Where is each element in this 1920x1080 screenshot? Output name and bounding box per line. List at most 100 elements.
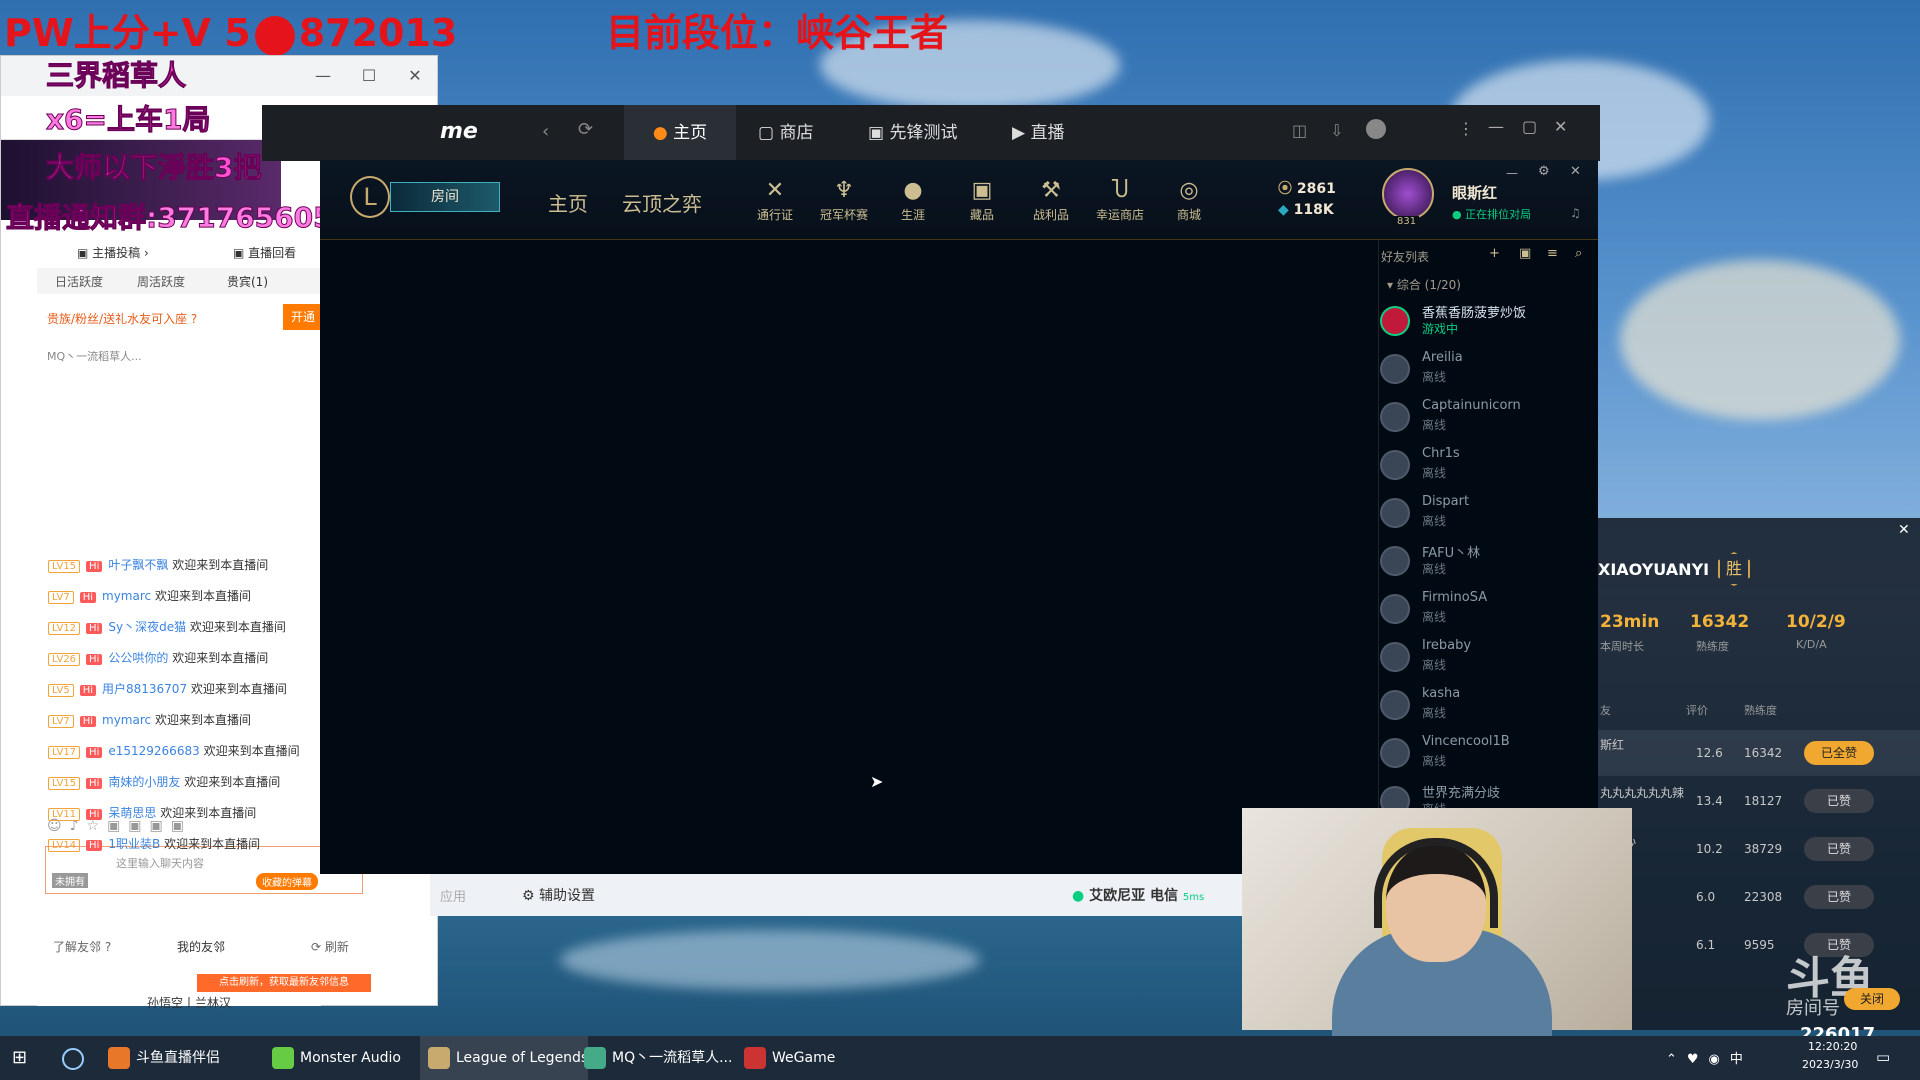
chat-message: 欢迎来到本直播间	[172, 651, 269, 665]
friend-status: 游戏中	[1422, 322, 1459, 336]
lol-nav-profile[interactable]: ● 生涯	[883, 178, 943, 223]
lol-nav-lucky-shop[interactable]: Ⴎ 幸运商店	[1090, 178, 1150, 223]
lol-nav-pass[interactable]: ✕ 通行证	[745, 178, 805, 223]
refresh-button[interactable]: ⟳ 刷新	[311, 938, 349, 955]
clock-time[interactable]: 12:20:20	[1808, 1040, 1857, 1053]
friend-group[interactable]: ▾ 综合 (1/20)	[1387, 276, 1461, 293]
tab-daily[interactable]: 日活跃度	[55, 273, 103, 290]
stat-mastery: 16342	[1690, 612, 1750, 632]
tab-weekly[interactable]: 周活跃度	[137, 273, 185, 290]
chat-username[interactable]: 南妹的小朋友	[108, 775, 180, 789]
nav-home[interactable]: ● 主页	[624, 105, 736, 161]
taskbar-app[interactable]: 斗鱼直播伴侣	[100, 1036, 220, 1080]
tab-vip[interactable]: 贵宾(1)	[227, 273, 268, 290]
level-badge: LV5	[48, 684, 74, 697]
like-button[interactable]: 已全赞	[1804, 741, 1874, 765]
friend-item[interactable]: Irebaby 离线	[1380, 636, 1590, 682]
col-score: 评价	[1686, 704, 1708, 717]
avatar-icon[interactable]	[1366, 119, 1386, 139]
notification-icon[interactable]: ▭	[1876, 1048, 1890, 1066]
bell-icon[interactable]: ♫	[1570, 206, 1581, 220]
friend-item[interactable]: FAFU丶林 离线	[1380, 540, 1590, 586]
minimize-icon[interactable]: —	[313, 66, 333, 85]
apps-label[interactable]: 应用	[440, 886, 466, 905]
lol-nav-home[interactable]: 主页	[548, 188, 588, 217]
friend-status: 离线	[1422, 754, 1447, 768]
summoner-avatar[interactable]	[1382, 168, 1434, 220]
lol-nav-trophy[interactable]: ♆ 冠军杯赛	[814, 178, 874, 223]
stat-mastery-label: 熟练度	[1696, 640, 1729, 653]
chat-username[interactable]: mymarc	[102, 713, 151, 727]
friend-item[interactable]: Dispart 离线	[1380, 492, 1590, 538]
reload-icon[interactable]: ⟳	[578, 119, 593, 140]
folder-icon[interactable]: ▣	[1519, 246, 1531, 261]
stats-close-button[interactable]: 关闭	[1844, 988, 1900, 1010]
close-icon[interactable]: ✕	[405, 66, 425, 85]
loot-icon: ⚒	[1041, 178, 1061, 203]
taskbar-app[interactable]: MQ丶一流稻草人...	[576, 1036, 732, 1080]
add-friend-icon[interactable]: +	[1489, 246, 1500, 261]
search-icon[interactable]: ⌕	[1575, 246, 1582, 261]
bag-icon: ▢	[758, 123, 775, 143]
friend-item[interactable]: FirminoSA 离线	[1380, 588, 1590, 634]
search-icon[interactable]	[62, 1048, 84, 1070]
maximize-icon[interactable]: ☐	[359, 66, 379, 85]
be-icon: ◆	[1278, 202, 1289, 218]
friend-item[interactable]: 香蕉香肠菠萝炒饭 游戏中	[1380, 300, 1590, 346]
test-icon: ▣	[868, 123, 885, 143]
maximize-icon[interactable]: ▢	[1522, 117, 1537, 136]
rp-currency: ⦿ 2861	[1278, 181, 1336, 197]
chat-username[interactable]: mymarc	[102, 589, 151, 603]
level-badge: LV11	[48, 808, 81, 821]
friend-item[interactable]: kasha 离线	[1380, 684, 1590, 730]
assist-settings-button[interactable]: ⚙ 辅助设置	[522, 885, 595, 905]
chat-username[interactable]: Sy丶深夜de猫	[108, 620, 186, 634]
taskbar-app[interactable]: Monster Audio	[264, 1036, 401, 1080]
start-button[interactable]: ⊞	[12, 1048, 32, 1068]
back-icon[interactable]: ‹	[542, 121, 549, 142]
nav-store[interactable]: ▢ 商店	[758, 105, 813, 161]
close-icon[interactable]: ✕	[1554, 117, 1567, 136]
nav-live[interactable]: ▶ 直播	[1012, 105, 1064, 161]
settings-icon[interactable]: ⚙	[1538, 164, 1550, 179]
chat-username[interactable]: e15129266683	[108, 744, 199, 758]
friend-status: 离线	[1422, 610, 1447, 624]
lol-nav-loot[interactable]: ⚒ 战利品	[1021, 178, 1081, 223]
like-button[interactable]: 已赞	[1804, 789, 1874, 813]
nav-pioneer[interactable]: ▣ 先锋测试	[868, 105, 957, 161]
host-upload-button[interactable]: ▣ 主播投稿 ›	[77, 244, 149, 261]
chat-username[interactable]: 叶子飘不飘	[108, 558, 168, 572]
app-label: Monster Audio	[300, 1050, 401, 1066]
chat-username[interactable]: 公公哄你的	[108, 651, 168, 665]
list-icon[interactable]: ≡	[1547, 246, 1558, 261]
my-friends-tab[interactable]: 我的友邻	[177, 938, 225, 955]
minimize-icon[interactable]: —	[1506, 166, 1518, 180]
replay-button[interactable]: ▣ 直播回看	[233, 244, 296, 261]
lol-nav-collection[interactable]: ▣ 藏品	[952, 178, 1012, 223]
barrage-button[interactable]: 收藏的弹幕	[256, 873, 318, 890]
taskbar-app[interactable]: WeGame	[736, 1036, 835, 1080]
like-button[interactable]: 已赞	[1804, 837, 1874, 861]
lol-nav-store[interactable]: ◎ 商城	[1159, 178, 1219, 223]
friend-item[interactable]: Vincencool1B 离线	[1380, 732, 1590, 778]
close-icon[interactable]: ✕	[1570, 164, 1581, 179]
friend-item[interactable]: Areilia 离线	[1380, 348, 1590, 394]
app-icon	[272, 1047, 294, 1069]
like-button[interactable]: 已赞	[1804, 885, 1874, 909]
room-button[interactable]: 房间	[390, 182, 500, 212]
chat-username[interactable]: 用户88136707	[102, 682, 187, 696]
friend-item[interactable]: Chr1s 离线	[1380, 444, 1590, 490]
friend-item[interactable]: Captainunicorn 离线	[1380, 396, 1590, 442]
taskbar-app[interactable]: League of Legends	[420, 1036, 589, 1080]
chat-icon[interactable]: ◫	[1292, 121, 1307, 140]
minimize-icon[interactable]: —	[1488, 117, 1504, 136]
clock-date[interactable]: 2023/3/30	[1802, 1058, 1858, 1071]
download-icon[interactable]: ⇩	[1330, 121, 1343, 140]
open-vip-button[interactable]: 开通	[283, 304, 323, 330]
lol-nav-tft[interactable]: 云顶之弈	[622, 188, 702, 217]
chat-username[interactable]: 1职业装B	[108, 837, 160, 851]
more-icon[interactable]: ⋮	[1458, 119, 1474, 138]
windows-taskbar: ⊞ 斗鱼直播伴侣 Monster Audio League of Legends MQ…	[0, 1036, 1920, 1080]
chat-username[interactable]: 呆萌思思	[108, 806, 156, 820]
close-icon[interactable]: ✕	[1898, 522, 1910, 538]
